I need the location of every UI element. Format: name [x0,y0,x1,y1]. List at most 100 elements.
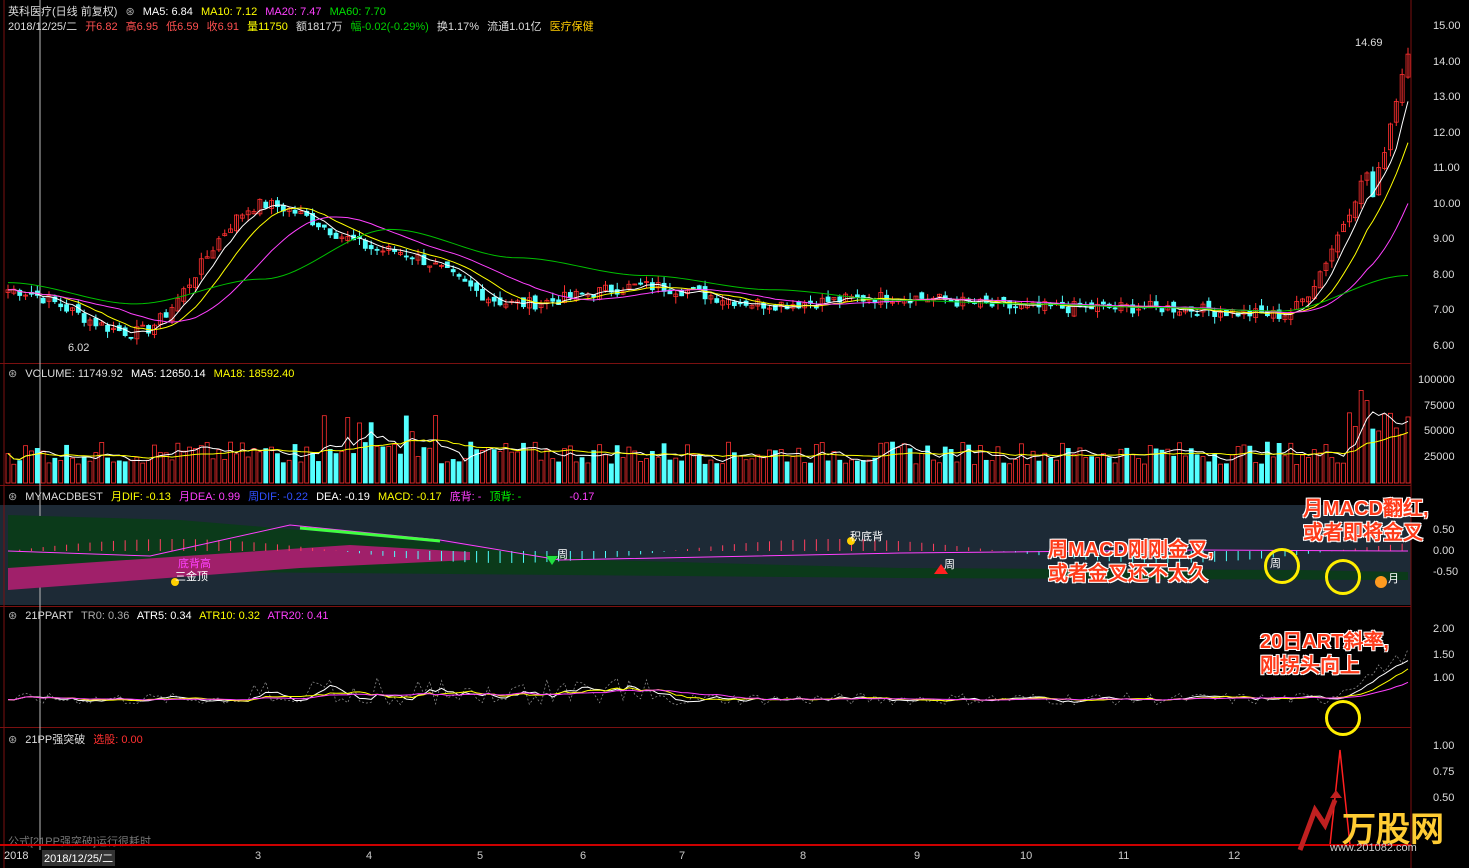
candle-body [491,296,497,302]
volume-bar [556,461,562,484]
candle-body [983,295,989,304]
volume-bar [485,447,491,484]
volume-bar [1352,426,1358,484]
volume-bar [749,458,755,484]
volume-bar [866,459,872,484]
candle-body [579,292,585,295]
volume-bar [1212,454,1218,484]
volume-bar [1089,456,1095,484]
candle-body [81,313,87,323]
volume-bar [1083,457,1089,484]
volume-bar [1106,457,1112,484]
volume-bar [831,451,837,484]
month-label: 6 [580,850,587,862]
candle-body [1013,306,1018,309]
volume-bar [1206,461,1212,484]
volume-bar [456,461,462,484]
month-label: 4 [366,850,373,862]
volume-bar [942,446,948,484]
volume-bar [198,445,204,484]
watermark: 万股网 www.201082.com [1290,790,1460,863]
volume-bar [11,463,17,484]
volume-bar [532,441,538,484]
volume-bar [603,454,608,484]
volume-bar [1265,441,1270,484]
volume-bar [275,453,280,484]
candle-body [731,301,737,307]
volume-bar [1376,430,1382,484]
macd-month-marker [1375,576,1387,588]
volume-layer [5,390,1411,484]
volume-bar [1241,444,1247,484]
cursor-date: 2018/12/25/二 [42,850,116,866]
volume-bar [280,462,286,484]
volume-bar [116,460,122,484]
volume-bar [128,459,134,484]
volume-bar [1077,447,1083,484]
watermark-url: www.201082.com [1330,842,1417,854]
volume-bar [562,448,567,484]
candle-body [333,232,339,239]
candle-body [696,285,702,290]
candle-body [1194,314,1200,316]
highlight-circle [1264,548,1300,584]
volume-bar [292,444,298,484]
highlight-circle [1325,700,1361,736]
volume-bar [333,453,339,484]
volume-bar [87,460,93,484]
volume-bar [29,450,34,484]
candle-body [825,296,831,302]
candle-body [368,245,374,250]
volume-bar [1183,455,1188,484]
volume-bar [1405,416,1411,484]
volume-bar [357,422,362,484]
volume-bar [526,447,532,484]
candle-body [462,278,468,282]
volume-bar [784,461,790,484]
volume-bar [884,442,890,484]
volume-bar [1147,445,1153,484]
candle-body [128,336,134,339]
macd-label-week: 周 [557,549,568,561]
atr20-line [7,681,1409,701]
volume-bar [1054,459,1059,484]
volume-bar [81,456,87,484]
candle-body [450,269,456,273]
volume-bar [480,450,485,484]
candle-body [1259,305,1264,314]
volume-bar [70,457,75,484]
volume-bar [222,458,228,484]
volume-bar [75,463,81,484]
volume-bar [878,442,884,484]
volume-bar [661,443,667,484]
volume-bar [398,453,403,484]
volume-bar [497,451,503,484]
volume-bar [245,456,251,484]
annotation-line: 周MACD刚刚金叉, [1048,539,1214,561]
macd-label-week: 周 [944,559,955,571]
atr-layer [7,648,1409,706]
volume-bar [1358,390,1364,484]
volume-bar [58,459,64,484]
volume-bar [1370,428,1376,484]
volume-bar [1048,457,1054,484]
volume-bar [187,446,192,484]
volume-bar [638,461,644,484]
volume-bar [544,449,550,484]
volume-bar [720,463,726,484]
annotation-atr-slope: 20日ART斜率, 刚拐头向上 [1260,630,1389,678]
volume-bar [620,457,626,484]
volume-bar [1171,455,1177,484]
volume-bar [849,459,854,484]
annotation-weekly-macd: 周MACD刚刚金叉, 或者金叉还不太久 [1048,538,1214,586]
volume-bar [93,452,99,484]
volume-bar [679,460,685,484]
stock-chart[interactable] [0,0,1469,868]
volume-bar [755,454,761,484]
volume-bar [1317,452,1323,484]
volume-bar [1177,442,1182,484]
volume-bar [362,442,368,484]
volume-bar [1224,463,1229,484]
volume-bar [316,461,321,484]
max-price-label: 14.69 [1355,37,1383,49]
